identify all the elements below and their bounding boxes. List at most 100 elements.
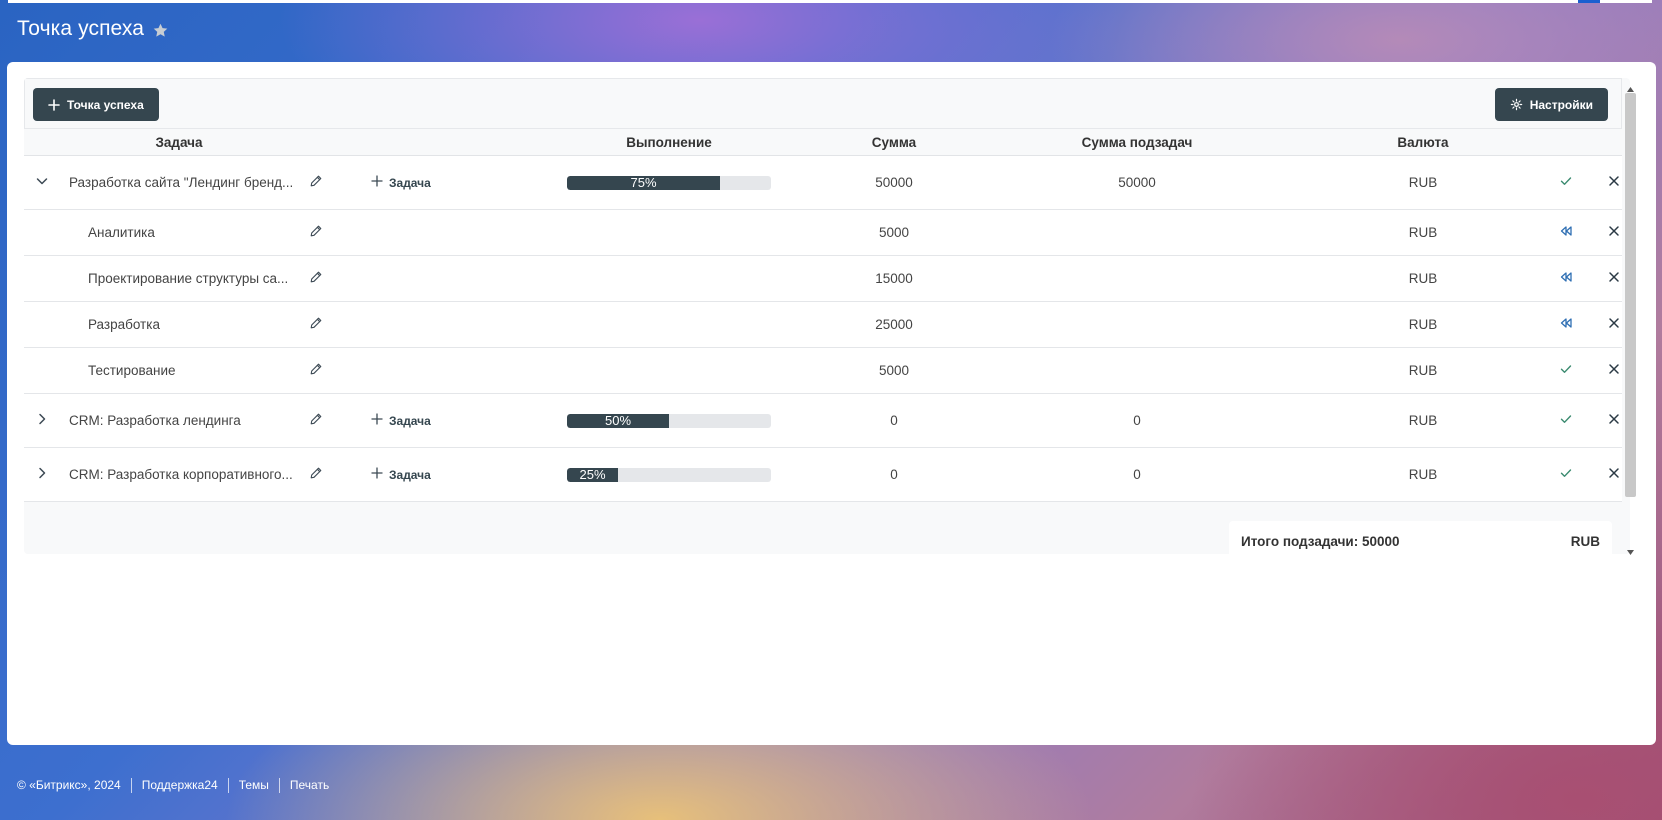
- main-panel: Точка успеха Настройки Задача Выполнение…: [7, 62, 1656, 745]
- scrollbar-thumb[interactable]: [1625, 93, 1636, 497]
- add-task-button[interactable]: Задача: [371, 448, 431, 501]
- task-name[interactable]: CRM: Разработка лендинга: [69, 413, 241, 428]
- rewind-icon: [1559, 224, 1573, 241]
- edit-button[interactable]: [304, 348, 328, 393]
- progress-bar: 50%: [567, 413, 771, 428]
- add-task-button[interactable]: Задача: [371, 394, 431, 447]
- table-row: Аналитика 5000 RUB: [24, 210, 1622, 256]
- plus-icon: [371, 175, 383, 190]
- grid: Точка успеха Настройки Задача Выполнение…: [24, 78, 1630, 554]
- edit-button[interactable]: [304, 448, 328, 501]
- page-header: Точка успеха: [17, 17, 169, 41]
- sum-value: 50000: [875, 175, 913, 190]
- edit-button[interactable]: [304, 156, 328, 209]
- currency-value: RUB: [1408, 363, 1438, 378]
- progress-bar: 25%: [567, 467, 771, 482]
- collapse-toggle[interactable]: [24, 156, 60, 209]
- scroll-up-arrow-icon[interactable]: [1626, 81, 1635, 92]
- subsum-value: 0: [1133, 467, 1141, 482]
- task-name-cell: CRM: Разработка лендинга: [69, 394, 309, 447]
- gear-icon: [1510, 98, 1523, 111]
- table-body: Разработка сайта "Лендинг бренд... Задач…: [24, 156, 1622, 502]
- vertical-scrollbar[interactable]: [1623, 78, 1638, 555]
- table-row: Тестирование 5000 RUB: [24, 348, 1622, 394]
- pencil-icon: [309, 466, 323, 483]
- task-name-cell: Проектирование структуры са...: [88, 256, 308, 301]
- top-strip-accent: [1578, 0, 1600, 3]
- task-name[interactable]: Тестирование: [88, 363, 176, 378]
- settings-button[interactable]: Настройки: [1494, 88, 1608, 121]
- progress-cell: 75%: [567, 156, 772, 209]
- sum-value: 25000: [875, 317, 913, 332]
- task-name[interactable]: CRM: Разработка корпоративного...: [69, 467, 293, 482]
- star-icon[interactable]: [152, 22, 169, 39]
- task-name[interactable]: Разработка сайта "Лендинг бренд...: [69, 175, 293, 190]
- currency-value: RUB: [1408, 175, 1438, 190]
- close-icon: [1608, 413, 1620, 428]
- add-task-label: Задача: [389, 175, 431, 190]
- totals-area: Итого подзадачи: 50000 RUB: [24, 508, 1622, 554]
- pencil-icon: [309, 362, 323, 379]
- column-currency[interactable]: Валюта: [1383, 129, 1463, 157]
- task-name-cell: Аналитика: [88, 210, 308, 255]
- confirm-button[interactable]: [1552, 394, 1580, 447]
- add-task-button[interactable]: Задача: [371, 156, 431, 209]
- table-row: Проектирование структуры са... 15000 RUB: [24, 256, 1622, 302]
- scroll-down-arrow-icon[interactable]: [1626, 544, 1635, 555]
- task-name-cell: CRM: Разработка корпоративного...: [69, 448, 309, 501]
- currency-value: RUB: [1408, 413, 1438, 428]
- check-icon: [1559, 174, 1573, 191]
- chevron-right-icon: [35, 466, 49, 483]
- subsum-value: 0: [1133, 413, 1141, 428]
- chevron-right-icon: [35, 412, 49, 429]
- edit-button[interactable]: [304, 210, 328, 255]
- column-sum[interactable]: Сумма: [854, 129, 934, 157]
- task-name[interactable]: Проектирование структуры са...: [88, 271, 288, 286]
- subsum-value: 50000: [1118, 175, 1156, 190]
- edit-button[interactable]: [304, 302, 328, 347]
- pencil-icon: [309, 412, 323, 429]
- close-icon: [1608, 225, 1620, 240]
- footer-support-link[interactable]: Поддержка24: [142, 778, 218, 792]
- sum-value: 0: [890, 413, 898, 428]
- progress-bar: 75%: [567, 175, 771, 190]
- confirm-button[interactable]: [1552, 448, 1580, 501]
- close-icon: [1608, 175, 1620, 190]
- edit-button[interactable]: [304, 256, 328, 301]
- expand-toggle[interactable]: [24, 448, 60, 501]
- check-icon: [1559, 412, 1573, 429]
- confirm-button[interactable]: [1552, 156, 1580, 209]
- close-icon: [1608, 363, 1620, 378]
- add-success-point-button[interactable]: Точка успеха: [33, 88, 159, 121]
- plus-icon: [371, 467, 383, 482]
- rewind-button[interactable]: [1552, 210, 1580, 255]
- column-task[interactable]: Задача: [144, 129, 214, 157]
- footer-copyright: © «Битрикс», 2024: [17, 778, 121, 792]
- edit-button[interactable]: [304, 394, 328, 447]
- task-name-cell: Разработка: [88, 302, 308, 347]
- plus-icon: [371, 413, 383, 428]
- check-icon: [1559, 362, 1573, 379]
- rewind-button[interactable]: [1552, 302, 1580, 347]
- expand-toggle[interactable]: [24, 394, 60, 447]
- footer-themes-link[interactable]: Темы: [239, 778, 269, 792]
- footer-print-link[interactable]: Печать: [290, 778, 329, 792]
- totals-label: Итого подзадачи: 50000: [1241, 534, 1400, 549]
- progress-label: 25%: [579, 467, 606, 482]
- task-name[interactable]: Аналитика: [88, 225, 155, 240]
- pencil-icon: [309, 174, 323, 191]
- settings-label: Настройки: [1529, 97, 1593, 112]
- pencil-icon: [309, 270, 323, 287]
- totals-currency: RUB: [1570, 534, 1600, 549]
- column-subsum[interactable]: Сумма подзадач: [1062, 129, 1212, 157]
- close-icon: [1608, 467, 1620, 482]
- rewind-button[interactable]: [1552, 256, 1580, 301]
- close-icon: [1608, 317, 1620, 332]
- confirm-button[interactable]: [1552, 348, 1580, 393]
- column-progress[interactable]: Выполнение: [614, 129, 724, 157]
- task-name[interactable]: Разработка: [88, 317, 160, 332]
- add-task-label: Задача: [389, 413, 431, 428]
- currency-value: RUB: [1408, 317, 1438, 332]
- sum-value: 15000: [875, 271, 913, 286]
- table-row: Разработка сайта "Лендинг бренд... Задач…: [24, 156, 1622, 210]
